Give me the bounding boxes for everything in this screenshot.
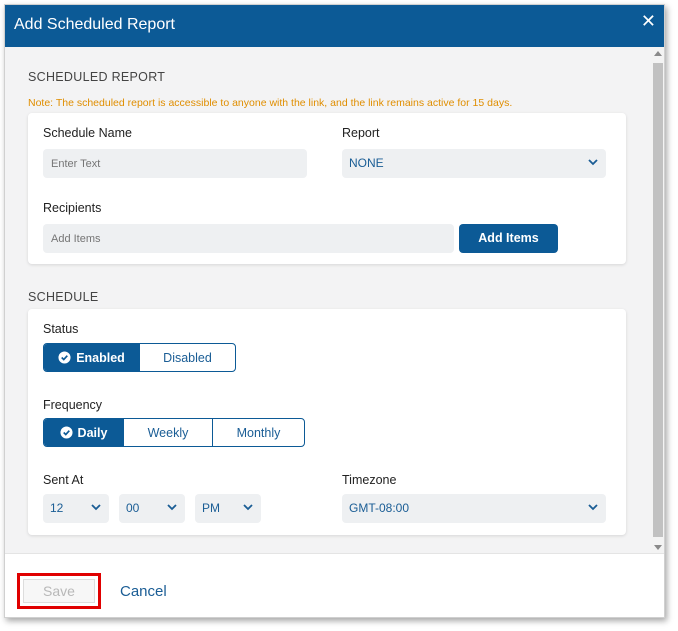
ampm-select-value: PM [202, 501, 220, 515]
dialog-scrollbar[interactable] [651, 47, 664, 553]
status-toggle: Enabled Disabled [43, 343, 236, 372]
chevron-down-icon [243, 504, 253, 511]
timezone-select-value: GMT-08:00 [349, 501, 410, 515]
frequency-label: Frequency [43, 398, 103, 412]
minute-select[interactable]: 00 [119, 494, 185, 523]
link-note: Note: The scheduled report is accessible… [28, 97, 513, 109]
frequency-daily-label: Daily [77, 425, 108, 440]
dialog-title: Add Scheduled Report [14, 16, 175, 33]
status-disabled-option[interactable]: Disabled [139, 344, 235, 371]
ampm-select[interactable]: PM [195, 494, 261, 523]
timezone-select[interactable]: GMT-08:00 [342, 494, 606, 523]
frequency-daily-option[interactable]: Daily [44, 419, 123, 446]
add-items-button[interactable]: Add Items [459, 224, 558, 253]
cancel-button[interactable]: Cancel [120, 583, 167, 600]
sent-at-label: Sent At [43, 473, 84, 487]
schedule-section-title: SCHEDULE [28, 290, 99, 304]
status-enabled-label: Enabled [76, 350, 125, 365]
chevron-down-icon [588, 504, 598, 511]
dialog-header: Add Scheduled Report ✕ [5, 5, 664, 47]
schedule-name-input[interactable] [43, 149, 307, 178]
schedule-name-label: Schedule Name [43, 126, 132, 140]
frequency-toggle: Daily Weekly Monthly [43, 418, 305, 447]
recipients-input[interactable] [43, 224, 454, 253]
scroll-down-icon[interactable] [654, 545, 662, 550]
minute-select-value: 00 [126, 501, 140, 515]
status-disabled-label: Disabled [163, 350, 212, 365]
report-select[interactable]: NONE [342, 149, 606, 178]
save-button[interactable]: Save [23, 579, 95, 603]
dialog-footer: Save Cancel [5, 553, 664, 617]
hour-select[interactable]: 12 [43, 494, 109, 523]
recipients-label: Recipients [43, 201, 102, 215]
scheduled-report-section-title: SCHEDULED REPORT [28, 70, 166, 84]
frequency-monthly-option[interactable]: Monthly [212, 419, 304, 446]
scrollbar-thumb[interactable] [653, 63, 663, 537]
check-circle-icon [60, 426, 73, 439]
report-label: Report [342, 126, 380, 140]
chevron-down-icon [588, 159, 598, 166]
status-label: Status [43, 322, 79, 336]
schedule-card: Status Enabled Disabled Frequency Daily … [28, 309, 626, 535]
dialog-body: SCHEDULED REPORT Note: The scheduled rep… [5, 47, 651, 553]
frequency-monthly-label: Monthly [236, 425, 281, 440]
report-select-value: NONE [349, 156, 384, 170]
timezone-label: Timezone [342, 473, 397, 487]
chevron-down-icon [167, 504, 177, 511]
scroll-up-icon[interactable] [654, 51, 662, 56]
frequency-weekly-option[interactable]: Weekly [123, 419, 212, 446]
scheduled-report-card: Schedule Name Report NONE Recipients Add… [28, 113, 626, 264]
chevron-down-icon [91, 504, 101, 511]
hour-select-value: 12 [50, 501, 64, 515]
frequency-weekly-label: Weekly [147, 425, 189, 440]
add-scheduled-report-dialog: Add Scheduled Report ✕ SCHEDULED REPORT … [4, 4, 665, 618]
save-highlight-box: Save [17, 573, 101, 609]
check-circle-icon [58, 351, 71, 364]
status-enabled-option[interactable]: Enabled [44, 344, 139, 371]
close-icon[interactable]: ✕ [641, 11, 656, 32]
